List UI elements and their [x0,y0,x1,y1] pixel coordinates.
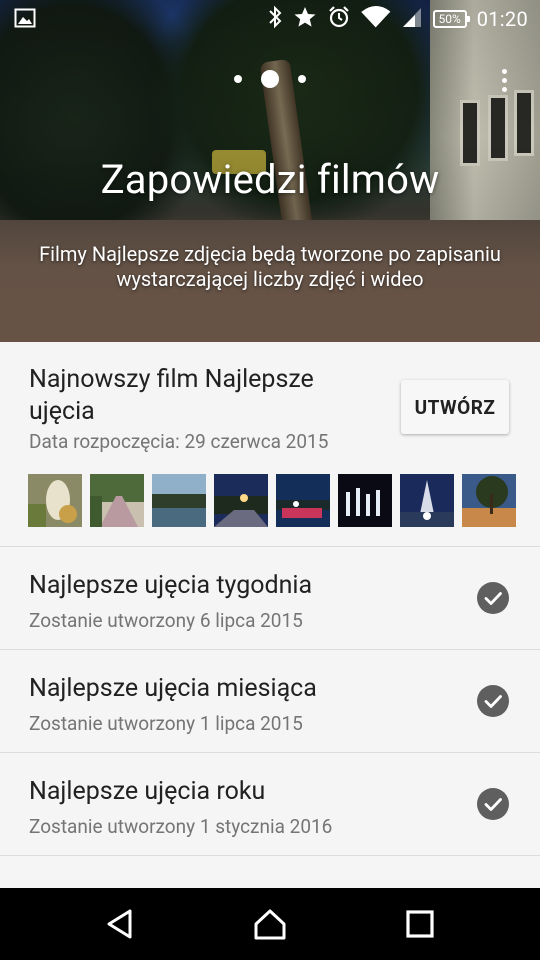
status-bar: 50% 01:20 [0,0,540,38]
page-indicator-dot-active[interactable] [261,70,279,88]
photo-thumbnail[interactable] [152,474,206,527]
list-item-subtitle: Zostanie utworzony 1 stycznia 2016 [29,815,333,838]
page-indicator-dot[interactable] [234,75,242,83]
list-item-title: Najlepsze ujęcia miesiąca [29,674,317,703]
list-item-title: Najlepsze ujęcia tygodnia [29,571,313,600]
list-item[interactable]: Najlepsze ujęcia roku Zostanie utworzony… [0,753,540,856]
latest-movie-card[interactable]: Najnowszy film Najlepsze ujęcia Data roz… [0,342,540,547]
photo-thumbnail[interactable] [28,474,82,527]
gallery-notification-icon [14,8,36,32]
recents-icon[interactable] [402,906,438,942]
thumbnail-strip [28,474,516,527]
wifi-icon [360,5,391,33]
navigation-bar [0,888,540,960]
signal-icon [401,5,423,33]
clock: 01:20 [476,7,528,31]
check-circle-icon[interactable] [477,685,509,717]
page-title: Zapowiedzi filmów [100,156,440,203]
hero-header: 50% 01:20 Zapowiedzi filmów Filmy Najlep… [0,0,540,342]
photo-thumbnail[interactable] [214,474,268,527]
create-button[interactable]: UTWÓRZ [401,380,509,434]
photo-thumbnail[interactable] [338,474,392,527]
photo-thumbnail[interactable] [462,474,516,527]
star-icon [293,5,317,33]
page-subtitle: Filmy Najlepsze zdjęcia będą tworzone po… [39,242,501,291]
latest-movie-date: Data rozpoczęcia: 29 czerwca 2015 [29,430,329,453]
back-icon[interactable] [102,906,138,942]
home-icon[interactable] [252,906,288,942]
alarm-icon [327,5,351,33]
latest-movie-title: Najnowszy film Najlepsze ujęcia [29,365,314,426]
check-circle-icon[interactable] [477,582,509,614]
photo-thumbnail[interactable] [90,474,144,527]
photo-thumbnail[interactable] [400,474,454,527]
list-item[interactable]: Najlepsze ujęcia tygodnia Zostanie utwor… [0,547,540,650]
list-item-title: Najlepsze ujęcia roku [29,777,266,806]
bluetooth-icon [267,5,283,33]
list-item-subtitle: Zostanie utworzony 1 lipca 2015 [29,712,303,735]
photo-thumbnail[interactable] [276,474,330,527]
page-indicator [234,69,306,89]
list-item-subtitle: Zostanie utworzony 6 lipca 2015 [29,609,303,632]
battery-icon: 50% [432,10,470,28]
movie-list: Najnowszy film Najlepsze ujęcia Data roz… [0,342,540,888]
list-item[interactable]: Najlepsze ujęcia miesiąca Zostanie utwor… [0,650,540,753]
battery-percent: 50% [438,12,461,26]
more-vert-icon[interactable] [494,64,514,96]
page-indicator-dot[interactable] [298,75,306,83]
check-circle-icon[interactable] [477,788,509,820]
